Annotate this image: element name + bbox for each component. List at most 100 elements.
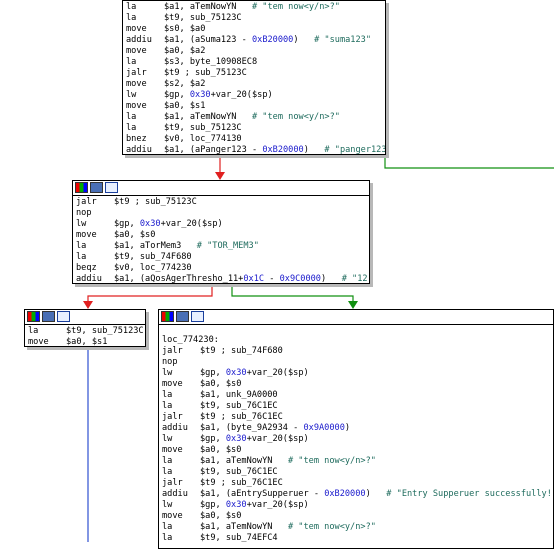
instruction-line[interactable]: move $a0, $s0 xyxy=(162,445,550,456)
color-palette-icon[interactable] xyxy=(161,311,174,322)
mnemonic: la xyxy=(76,241,87,251)
instruction-line[interactable]: move $a0, $s0 xyxy=(76,230,366,241)
instruction-line[interactable]: la $a1, aTemNowYN # "tem now<y/n>?" xyxy=(126,2,382,13)
operands: $gp, 0x30+var_20($sp) xyxy=(200,368,309,378)
code-block-2[interactable]: jalr $t9 ; sub_75123C nop lw $gp, 0x30+var_2… xyxy=(72,180,370,284)
mnemonic: la xyxy=(76,252,87,262)
instruction-line[interactable]: jalr $t9 ; sub_75123C xyxy=(126,68,382,79)
instruction-line[interactable]: la $t9, sub_76C1EC xyxy=(162,401,550,412)
operands: $t9, sub_75123C xyxy=(66,326,144,336)
instruction-line[interactable]: nop xyxy=(76,208,366,219)
instruction-line[interactable]: move $s2, $a2 xyxy=(126,79,382,90)
graph-view-icon[interactable] xyxy=(105,182,118,193)
block-header xyxy=(25,310,145,325)
location-label[interactable]: loc_774230: xyxy=(162,335,550,346)
code-block-4[interactable]: loc_774230: jalr $t9 ; sub_74F680 nop lw $gp… xyxy=(158,309,554,549)
operands: $a1, (aEntrySupperuer - 0xB20000) xyxy=(200,489,371,499)
code-block-3[interactable]: la $t9, sub_75123C move $a0, $s1 xyxy=(24,309,146,347)
mnemonic: lw xyxy=(162,500,173,510)
operands: $t9 ; sub_75123C xyxy=(114,197,197,207)
instruction-line[interactable]: la $t9, sub_74F680 xyxy=(76,252,366,263)
instruction-line[interactable]: lw $gp, 0x30+var_20($sp) xyxy=(162,500,550,511)
edge-false-2 xyxy=(87,284,213,302)
instruction-line[interactable]: nop xyxy=(162,357,550,368)
operands: $t9, sub_76C1EC xyxy=(200,401,278,411)
instruction-line[interactable]: jalr $t9 ; sub_76C1EC xyxy=(162,478,550,489)
operands: $a0, $a2 xyxy=(164,46,206,56)
color-palette-icon[interactable] xyxy=(27,311,40,322)
mnemonic: la xyxy=(162,456,173,466)
block-header xyxy=(159,310,553,325)
edit-icon[interactable] xyxy=(42,311,55,322)
instruction-line[interactable]: la $t9, sub_76C1EC xyxy=(162,467,550,478)
mnemonic: move xyxy=(162,445,183,455)
color-palette-icon[interactable] xyxy=(75,182,88,193)
mnemonic: la xyxy=(126,57,137,67)
instruction-line[interactable]: addiu $a1, (aQosAgerThresho_11+0x1C - 0x9… xyxy=(76,274,369,284)
edit-icon[interactable] xyxy=(176,311,189,322)
instruction-line[interactable]: addiu $a1, (byte_9A2934 - 0x9A0000) xyxy=(162,423,550,434)
graph-view-icon[interactable] xyxy=(57,311,70,322)
instruction-line[interactable]: jalr $t9 ; sub_74F680 xyxy=(162,346,550,357)
instruction-line[interactable]: addiu $a1, (aEntrySupperuer - 0xB20000) #… xyxy=(162,489,553,500)
comment: # "suma123" xyxy=(298,35,371,45)
operands: $a0, $s0 xyxy=(200,511,242,521)
instruction-line[interactable]: lw $gp, 0x30+var_20($sp) xyxy=(162,368,550,379)
operands: $t9, sub_75123C xyxy=(164,13,242,23)
operands: $t9, sub_75123C xyxy=(164,123,242,133)
instruction-line[interactable]: addiu $a1, (aSuma123 - 0xB20000) # "suma1… xyxy=(126,35,382,46)
instruction-line[interactable]: la $a1, aTorMem3 # "TOR_MEM3" xyxy=(76,241,366,252)
comment: # "12" xyxy=(326,274,370,284)
mnemonic: jalr xyxy=(162,346,183,356)
operands: $s0, $a0 xyxy=(164,24,206,34)
edit-icon[interactable] xyxy=(90,182,103,193)
mnemonic: move xyxy=(76,230,97,240)
instruction-line[interactable]: la $a1, unk_9A0000 xyxy=(162,390,550,401)
instruction-line[interactable]: lw $gp, 0x30+var_20($sp) xyxy=(126,90,382,101)
operands: $a1, (aQosAgerThresho_11+0x1C - 0x9C0000… xyxy=(114,274,327,284)
comment: # "panger123" xyxy=(308,145,386,155)
instruction-line[interactable]: move $s0, $a0 xyxy=(126,24,382,35)
operands: $s3, byte_10908EC8 xyxy=(164,57,258,67)
instruction-line[interactable]: la $s3, byte_10908EC8 xyxy=(126,57,382,68)
mnemonic: la xyxy=(28,326,39,336)
instruction-line[interactable]: lw $gp, 0x30+var_20($sp) xyxy=(76,219,366,230)
instruction-line[interactable]: move $a0, $s0 xyxy=(162,379,550,390)
instruction-line[interactable]: la $a1, aTemNowYN # "tem now<y/n>?" xyxy=(126,112,382,123)
instruction-line[interactable]: bnez $v0, loc_774130 xyxy=(126,134,382,145)
comment: # "TOR_MEM3" xyxy=(181,241,259,251)
mnemonic: move xyxy=(28,337,49,347)
instruction-line[interactable]: la $t9, sub_75123C xyxy=(126,123,382,134)
instruction-line[interactable]: la $t9, sub_75123C xyxy=(28,326,144,337)
instruction-line[interactable]: move $a0, $s1 xyxy=(126,101,382,112)
instruction-line[interactable]: jalr $t9 ; sub_76C1EC xyxy=(162,412,550,423)
code-lines: la $t9, sub_75123C move $a0, $s1 xyxy=(25,325,145,347)
instruction-line[interactable]: move $a0, $a2 xyxy=(126,46,382,57)
instruction-line[interactable]: la $t9, sub_74EFC4 xyxy=(162,533,550,544)
instruction-line[interactable]: move $a0, $s0 xyxy=(162,511,550,522)
mnemonic: la xyxy=(162,533,173,543)
mnemonic: la xyxy=(126,2,137,12)
mnemonic: nop xyxy=(162,357,178,367)
instruction-line[interactable]: la $t9, sub_75123C xyxy=(126,13,382,24)
code-block-1[interactable]: la $a1, aTemNowYN # "tem now<y/n>?" la $t9,… xyxy=(122,0,386,155)
instruction-line[interactable]: move $a0, $s1 xyxy=(28,337,142,347)
operands: $a1, (byte_9A2934 - 0x9A0000) xyxy=(200,423,351,433)
operands: $a1, aTemNowYN xyxy=(164,112,237,122)
mnemonic: move xyxy=(162,511,183,521)
mnemonic: addiu xyxy=(126,35,152,45)
mnemonic: move xyxy=(126,79,147,89)
mnemonic: jalr xyxy=(126,68,147,78)
instruction-line[interactable]: la $a1, aTemNowYN # "tem now<y/n>?" xyxy=(162,456,550,467)
graph-view-icon[interactable] xyxy=(191,311,204,322)
code-lines: jalr $t9 ; sub_75123C nop lw $gp, 0x30+var_2… xyxy=(73,196,369,284)
instruction-line[interactable]: addiu $a1, (aPanger123 - 0xB20000) # "pan… xyxy=(126,145,385,154)
operands: $a1, aTemNowYN xyxy=(164,2,237,12)
instruction-line[interactable]: jalr $t9 ; sub_75123C xyxy=(76,197,366,208)
instruction-line[interactable]: beqz $v0, loc_774230 xyxy=(76,263,366,274)
instruction-line[interactable]: la $a1, aTemNowYN # "tem now<y/n>?" xyxy=(162,522,550,533)
operands: $t9, sub_76C1EC xyxy=(200,467,278,477)
mnemonic: la xyxy=(162,401,173,411)
comment: # "tem now<y/n>?" xyxy=(236,2,340,12)
instruction-line[interactable]: lw $gp, 0x30+var_20($sp) xyxy=(162,434,550,445)
